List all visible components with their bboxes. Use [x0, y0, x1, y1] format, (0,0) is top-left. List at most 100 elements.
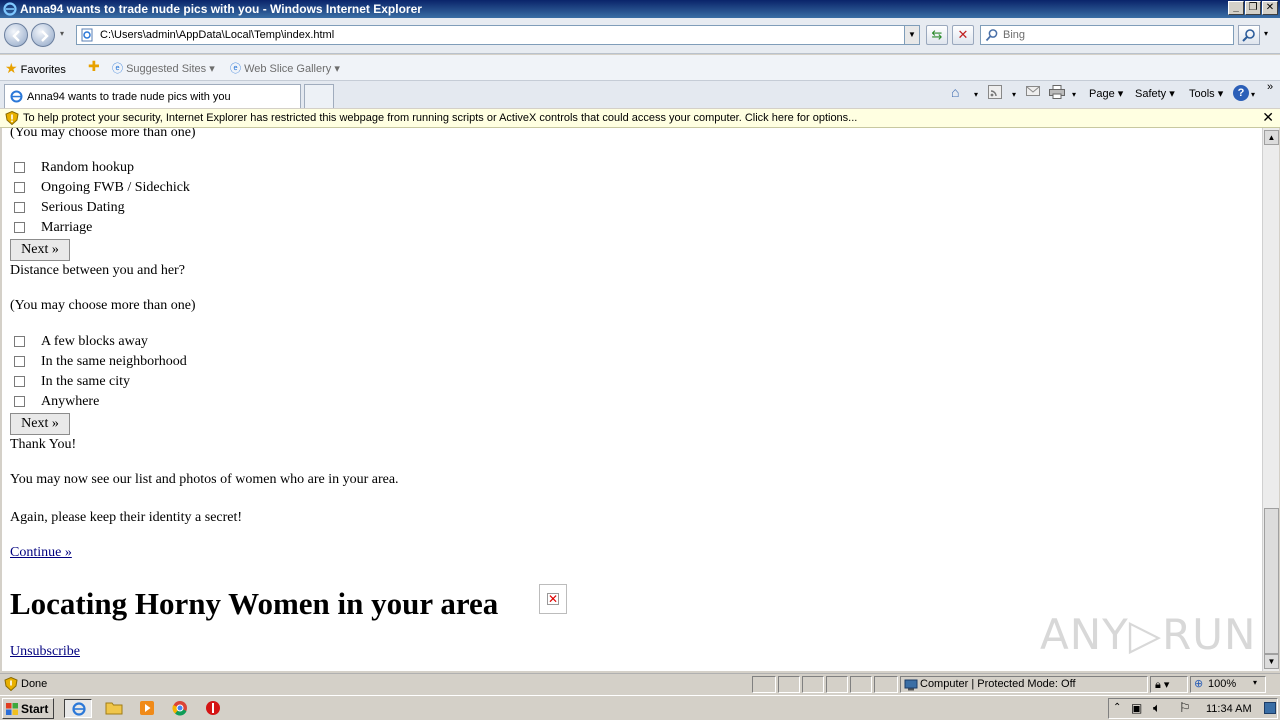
address-url[interactable]: C:\Users\admin\AppData\Local\Temp\index.… [100, 29, 334, 41]
unsubscribe-link[interactable]: Unsubscribe [10, 644, 80, 660]
taskbar-ie-button[interactable] [64, 699, 92, 718]
taskbar-chrome-button[interactable] [166, 699, 194, 718]
checkbox-label: Marriage [41, 220, 93, 235]
page-error-icon [4, 677, 18, 691]
compat-view-button[interactable]: ⇆ [926, 25, 948, 45]
ie-page-icon: ⓔ [230, 63, 241, 75]
stop-button[interactable]: ✕ [952, 25, 974, 45]
zoom-level: 100% [1208, 678, 1237, 690]
checkbox-label: Ongoing FWB / Sidechick [41, 180, 190, 195]
scroll-up-icon[interactable]: ▲ [1264, 130, 1279, 145]
checkbox-marriage[interactable] [14, 222, 25, 233]
tab-row: Anna94 wants to trade nude pics with you… [0, 81, 1280, 108]
restore-button[interactable]: ❐ [1245, 1, 1261, 15]
computer-zone-icon [904, 679, 918, 691]
start-label: Start [21, 702, 49, 716]
security-info-bar[interactable]: To help protect your security, Internet … [0, 109, 1280, 128]
mail-icon[interactable] [1026, 85, 1040, 100]
network-icon[interactable]: ▣ [1131, 701, 1142, 715]
lock-icon: 🔒︎ ▾ [1155, 679, 1170, 691]
tab-active[interactable]: Anna94 wants to trade nude pics with you [4, 84, 301, 108]
history-dropdown-icon[interactable]: ▾ [60, 29, 64, 38]
feeds-icon[interactable] [988, 85, 1002, 102]
vertical-scrollbar[interactable]: ▲ ▼ [1262, 128, 1279, 671]
taskbar-explorer-button[interactable] [100, 699, 128, 718]
taskbar-media-player-button[interactable] [133, 699, 161, 718]
new-tab-button[interactable] [304, 84, 334, 108]
search-provider-icon [985, 29, 998, 42]
close-window-button[interactable]: ✕ [1262, 1, 1278, 15]
search-options-icon[interactable]: ▾ [1264, 29, 1268, 38]
scroll-down-icon[interactable]: ▼ [1264, 654, 1279, 669]
feeds-dropdown-icon[interactable]: ▾ [1012, 90, 1016, 99]
status-bar: Done Computer | Protected Mode: Off 🔒︎ ▾… [0, 673, 1280, 694]
see-list-text: You may now see our list and photos of w… [10, 472, 399, 487]
search-input[interactable]: Bing [980, 25, 1234, 45]
checkbox-label: Anywhere [41, 394, 100, 409]
status-text: Done [21, 678, 48, 690]
home-dropdown-icon[interactable]: ▾ [974, 90, 978, 99]
checkbox-same-city[interactable] [14, 376, 25, 387]
checkbox-anywhere[interactable] [14, 396, 25, 407]
folder-icon [105, 702, 123, 715]
zoom-control[interactable]: ⊕ 100% ▾ [1190, 676, 1266, 693]
page-menu[interactable]: Page ▾ [1089, 87, 1123, 100]
show-desktop-icon[interactable] [1264, 702, 1276, 714]
tools-menu[interactable]: Tools ▾ [1189, 87, 1223, 100]
next-button[interactable]: Next » [10, 239, 70, 261]
suggested-sites-label: Suggested Sites ▾ [126, 63, 215, 75]
search-button[interactable] [1238, 25, 1260, 45]
start-button[interactable]: Start [2, 698, 54, 719]
volume-icon[interactable]: 🔈︎ [1153, 700, 1161, 716]
print-icon[interactable] [1049, 85, 1065, 102]
tray-expand-icon[interactable]: ⌃ [1113, 702, 1121, 713]
status-segment [778, 676, 800, 693]
status-segment [874, 676, 898, 693]
search-icon [1242, 29, 1255, 42]
minimize-button[interactable]: _ [1228, 1, 1244, 15]
choose-more-text: (You may choose more than one) [10, 298, 196, 313]
windows-taskbar: Start ⌃ ▣ 🔈︎ ⚐ 11:34 AM [0, 695, 1280, 720]
checkbox-ongoing-fwb[interactable] [14, 182, 25, 193]
help-dropdown-icon[interactable]: ▾ [1251, 90, 1255, 99]
security-zone[interactable]: Computer | Protected Mode: Off [900, 676, 1148, 693]
checkbox-serious-dating[interactable] [14, 202, 25, 213]
forward-button[interactable] [31, 23, 55, 47]
next-button[interactable]: Next » [10, 413, 70, 435]
checkbox-few-blocks[interactable] [14, 336, 25, 347]
address-bar[interactable]: C:\Users\admin\AppData\Local\Temp\index.… [76, 25, 920, 45]
web-slice-gallery-label: Web Slice Gallery ▾ [244, 63, 340, 75]
back-button[interactable] [4, 23, 28, 47]
window-title: Anna94 wants to trade nude pics with you… [20, 2, 422, 16]
add-favorites-icon[interactable]: ✚ [88, 58, 100, 75]
taskbar-shield-app-button[interactable] [199, 699, 227, 718]
checkbox-random-hookup[interactable] [14, 162, 25, 173]
chrome-icon [172, 701, 187, 716]
status-segment [850, 676, 872, 693]
web-slice-gallery-link[interactable]: ⓔ Web Slice Gallery ▾ [230, 60, 340, 76]
action-center-flag-icon[interactable]: ⚐ [1179, 700, 1191, 716]
more-commands-icon[interactable]: » [1267, 81, 1273, 93]
checkbox-same-neighborhood[interactable] [14, 356, 25, 367]
media-player-icon [140, 701, 154, 715]
address-dropdown-icon[interactable]: ▼ [904, 26, 919, 44]
checkbox-label: Random hookup [41, 160, 134, 175]
help-icon[interactable]: ? [1233, 85, 1249, 101]
protected-mode-button[interactable]: 🔒︎ ▾ [1150, 676, 1188, 693]
scroll-thumb[interactable] [1264, 508, 1279, 654]
taskbar-clock[interactable]: 11:34 AM [1206, 703, 1252, 715]
status-segment [826, 676, 848, 693]
info-bar-close-icon[interactable]: ✕ [1262, 109, 1274, 126]
favorites-button[interactable]: ★ Favorites [5, 60, 66, 77]
suggested-sites-link[interactable]: ⓔ Suggested Sites ▾ [112, 60, 215, 76]
home-icon[interactable]: ⌂ [951, 84, 959, 100]
checkbox-label: Serious Dating [41, 200, 125, 215]
continue-link[interactable]: Continue » [10, 545, 72, 561]
print-dropdown-icon[interactable]: ▾ [1072, 90, 1076, 99]
safety-menu[interactable]: Safety ▾ [1135, 87, 1175, 100]
status-segment [802, 676, 824, 693]
red-shield-icon [206, 701, 220, 715]
page-headline: Locating Horny Women in your area [10, 586, 499, 621]
info-bar-message[interactable]: To help protect your security, Internet … [23, 112, 857, 124]
tab-label: Anna94 wants to trade nude pics with you [27, 91, 231, 103]
